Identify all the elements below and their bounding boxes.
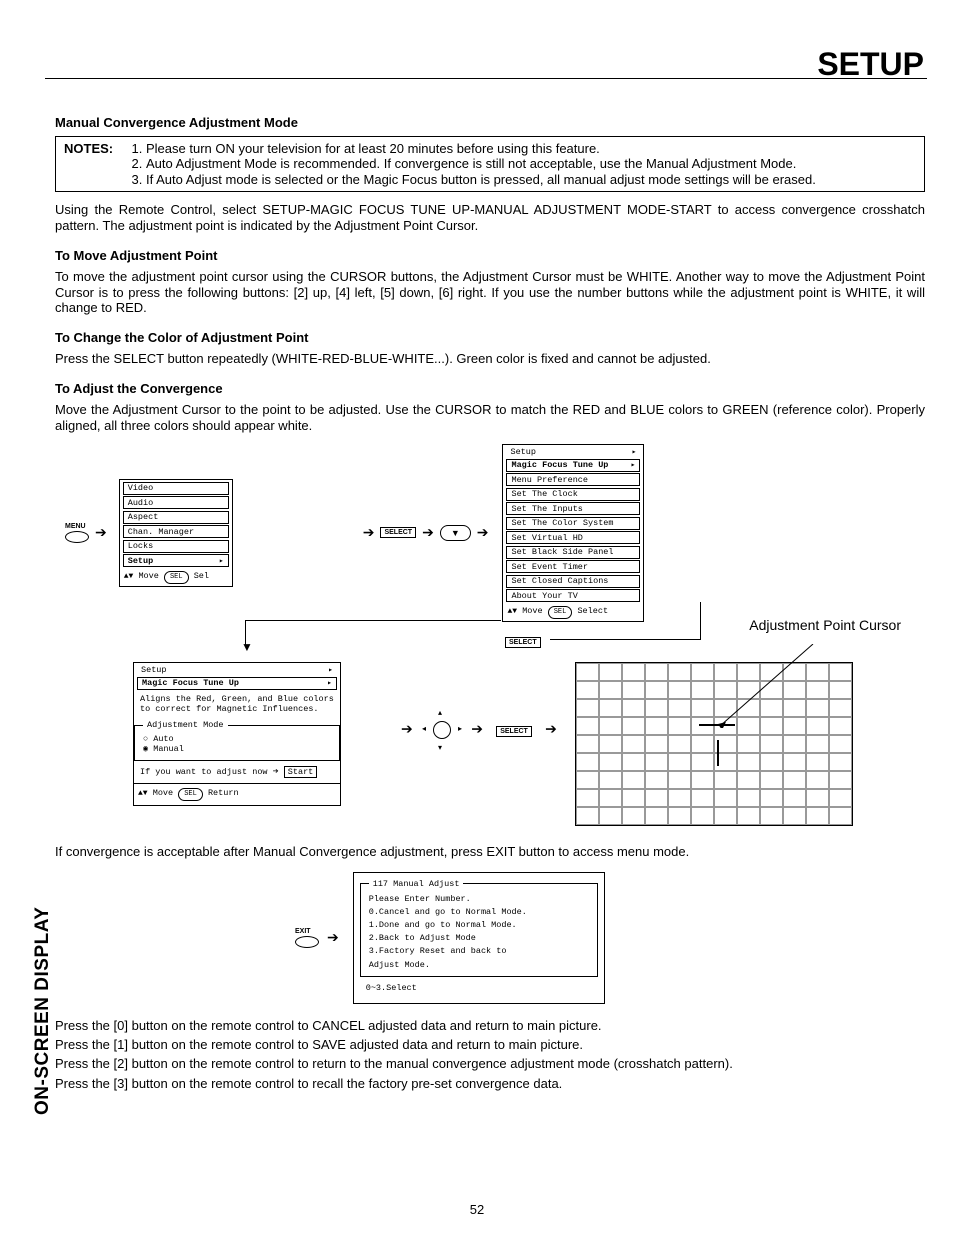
body-text: Press the [0] button on the remote contr…: [55, 1018, 925, 1034]
body-text: Move the Adjustment Cursor to the point …: [55, 402, 925, 434]
menu-desc: Aligns the Red, Green, and Blue colors t…: [134, 691, 340, 718]
cursor-down-button: ▼: [440, 525, 471, 541]
cursor-pad-icon: ▴ ▾ ◂ ▸: [424, 712, 460, 748]
menu-item: Locks: [123, 540, 229, 553]
subheading: To Move Adjustment Point: [55, 248, 925, 263]
menu-item-selected: Setup: [123, 554, 229, 567]
arrow-icon: ➔: [471, 720, 483, 736]
osd-menu-main: Video Audio Aspect Chan. Manager Locks S…: [119, 479, 233, 587]
subheading: To Adjust the Convergence: [55, 381, 925, 396]
menu-item: Chan. Manager: [123, 525, 229, 538]
menu-item: Set The Inputs: [506, 502, 640, 515]
osd-menu-setup: Setup Magic Focus Tune Up Menu Preferenc…: [502, 444, 644, 622]
select-button: SELECT: [380, 527, 416, 538]
body-text: Press the [2] button on the remote contr…: [55, 1056, 925, 1072]
radio-unselected-icon: ○: [143, 734, 148, 744]
radio-selected-icon: ◉: [143, 744, 148, 754]
menu-item-selected: Magic Focus Tune Up: [137, 677, 337, 690]
menu-footer: ▲▼ Move SEL Sel: [120, 569, 232, 586]
side-label: On-screen Display: [32, 907, 54, 1115]
notes-box: NOTES: Please turn ON your television fo…: [55, 136, 925, 192]
menu-item: About Your TV: [506, 589, 640, 602]
menu-item: Set Black Side Panel: [506, 546, 640, 559]
page-number: 52: [0, 1202, 954, 1217]
arrow-icon: ➔: [401, 720, 413, 736]
page-title: Setup: [817, 46, 924, 83]
section-heading: Manual Convergence Adjustment Mode: [55, 115, 925, 130]
start-row: If you want to adjust now ➔ Start: [134, 763, 340, 781]
body-text: If convergence is acceptable after Manua…: [55, 844, 925, 860]
apc-label: Adjustment Point Cursor: [749, 618, 901, 633]
arrow-icon: ➔: [422, 524, 434, 541]
menu-item: Set Closed Captions: [506, 575, 640, 588]
arrow-icon: ➔: [545, 720, 557, 736]
subheading: To Change the Color of Adjustment Point: [55, 330, 925, 345]
cursor-v-icon: [717, 740, 719, 766]
menu-header: Setup: [506, 446, 640, 457]
menu-item: Video: [123, 482, 229, 495]
menu-item: Menu Preference: [506, 473, 640, 486]
arrow-icon: ➔: [95, 524, 107, 541]
menu-item-selected: Magic Focus Tune Up: [506, 459, 640, 472]
select-button: SELECT: [505, 637, 541, 648]
exit-button: EXIT: [295, 928, 319, 948]
adjustment-mode-fieldset: Adjustment Mode ○ Auto ◉ Manual: [134, 720, 340, 761]
body-text: Press the [1] button on the remote contr…: [55, 1037, 925, 1053]
menu-button: MENU: [65, 523, 89, 543]
osd-menu-magic-focus: Setup Magic Focus Tune Up Aligns the Red…: [133, 662, 341, 806]
select-button: SELECT: [496, 726, 532, 737]
menu-header: Setup: [137, 664, 337, 675]
menu-item: Set The Color System: [506, 517, 640, 530]
arrow-icon: ➔: [327, 929, 339, 946]
note-item: Please turn ON your television for at le…: [146, 141, 816, 156]
body-text: Press the SELECT button repeatedly (WHIT…: [55, 351, 925, 367]
body-text: To move the adjustment point cursor usin…: [55, 269, 925, 317]
menu-item: Set Event Timer: [506, 560, 640, 573]
menu-footer: ▲▼ Move SEL Select: [503, 604, 643, 621]
menu-footer: ▲▼ Move SEL Return: [134, 786, 340, 803]
arrow-icon: ➔: [363, 524, 375, 541]
menu-item: Audio: [123, 496, 229, 509]
arrow-icon: ➔: [477, 524, 489, 541]
notes-label: NOTES:: [64, 141, 128, 187]
menu-item: Set The Clock: [506, 488, 640, 501]
intro-text: Using the Remote Control, select SETUP-M…: [55, 202, 925, 234]
menu-item: Set Virtual HD: [506, 531, 640, 544]
osd-manual-adjust-menu: 117 Manual Adjust Please Enter Number. 0…: [353, 872, 605, 1004]
body-text: Press the [3] button on the remote contr…: [55, 1076, 925, 1092]
note-item: If Auto Adjust mode is selected or the M…: [146, 172, 816, 187]
note-item: Auto Adjustment Mode is recommended. If …: [146, 156, 816, 171]
cursor-pointer-line: [718, 644, 818, 728]
menu-item: Aspect: [123, 511, 229, 524]
